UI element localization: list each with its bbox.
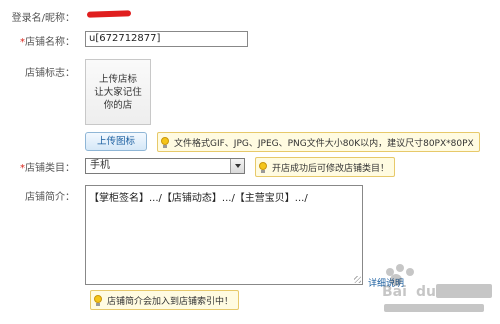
shop-intro-textarea[interactable]: 【掌柜签名】.../【店铺动态】.../【主营宝贝】.../	[85, 185, 363, 285]
shop-intro-label-text: 店铺简介：	[25, 192, 75, 203]
shop-name-input[interactable]: u[672712877]	[85, 31, 248, 47]
shop-logo-label: 店铺标志：	[25, 64, 75, 79]
logo-placeholder-line: 让大家记住	[94, 86, 142, 98]
shop-logo-label-text: 店铺标志：	[25, 68, 75, 79]
intro-tip: 店铺简介会加入到店铺索引中！	[90, 290, 240, 310]
category-tip-text: 开店成功后可修改店铺类目！	[272, 163, 390, 174]
shop-intro-label: 店铺简介：	[25, 188, 75, 203]
logo-format-tip-text: 文件格式GIF、JPG、JPEG、PNG文件大小80K以内，建议尺寸80PX*8…	[174, 138, 474, 149]
shop-category-value: 手机	[90, 160, 110, 171]
logo-placeholder-text: 上传店标 让大家记住 你的店	[91, 73, 145, 112]
chevron-down-icon	[234, 164, 241, 168]
category-tip: 开店成功后可修改店铺类目！	[255, 157, 396, 177]
select-arrow[interactable]	[230, 159, 244, 173]
shop-name-label-text: 店铺名称：	[25, 37, 75, 48]
login-name-label-text: 登录名/昵称：	[11, 13, 75, 24]
intro-tip-text: 店铺简介会加入到店铺索引中！	[107, 296, 234, 307]
upload-logo-button[interactable]: 上传图标	[85, 132, 147, 151]
shop-category-select[interactable]: 手机	[85, 158, 245, 174]
watermark-logo: Bai du	[376, 262, 498, 320]
svg-text:Bai: Bai	[382, 284, 407, 300]
watermark-graphic: Bai du	[382, 264, 492, 312]
bulb-icon	[259, 161, 267, 173]
shop-category-label: *店铺类目：	[20, 159, 75, 174]
shop-category-label-text: 店铺类目：	[25, 163, 75, 174]
shop-intro-value: 【掌柜签名】.../【店铺动态】.../【主营宝贝】.../	[89, 193, 308, 204]
resize-icon[interactable]	[354, 276, 361, 283]
logo-placeholder-line: 上传店标	[98, 73, 137, 85]
shop-name-label: *店铺名称：	[20, 33, 75, 48]
bulb-icon	[94, 294, 102, 306]
redacted-login-name	[86, 10, 132, 18]
logo-format-tip: 文件格式GIF、JPG、JPEG、PNG文件大小80K以内，建议尺寸80PX*8…	[157, 132, 480, 152]
bulb-icon	[161, 136, 169, 148]
login-name-label: 登录名/昵称：	[12, 9, 75, 24]
svg-text:du: du	[416, 284, 436, 300]
shop-name-value: u[672712877]	[89, 33, 161, 44]
logo-placeholder-line: 你的店	[103, 99, 133, 111]
logo-upload-box[interactable]: 上传店标 让大家记住 你的店	[85, 59, 151, 125]
